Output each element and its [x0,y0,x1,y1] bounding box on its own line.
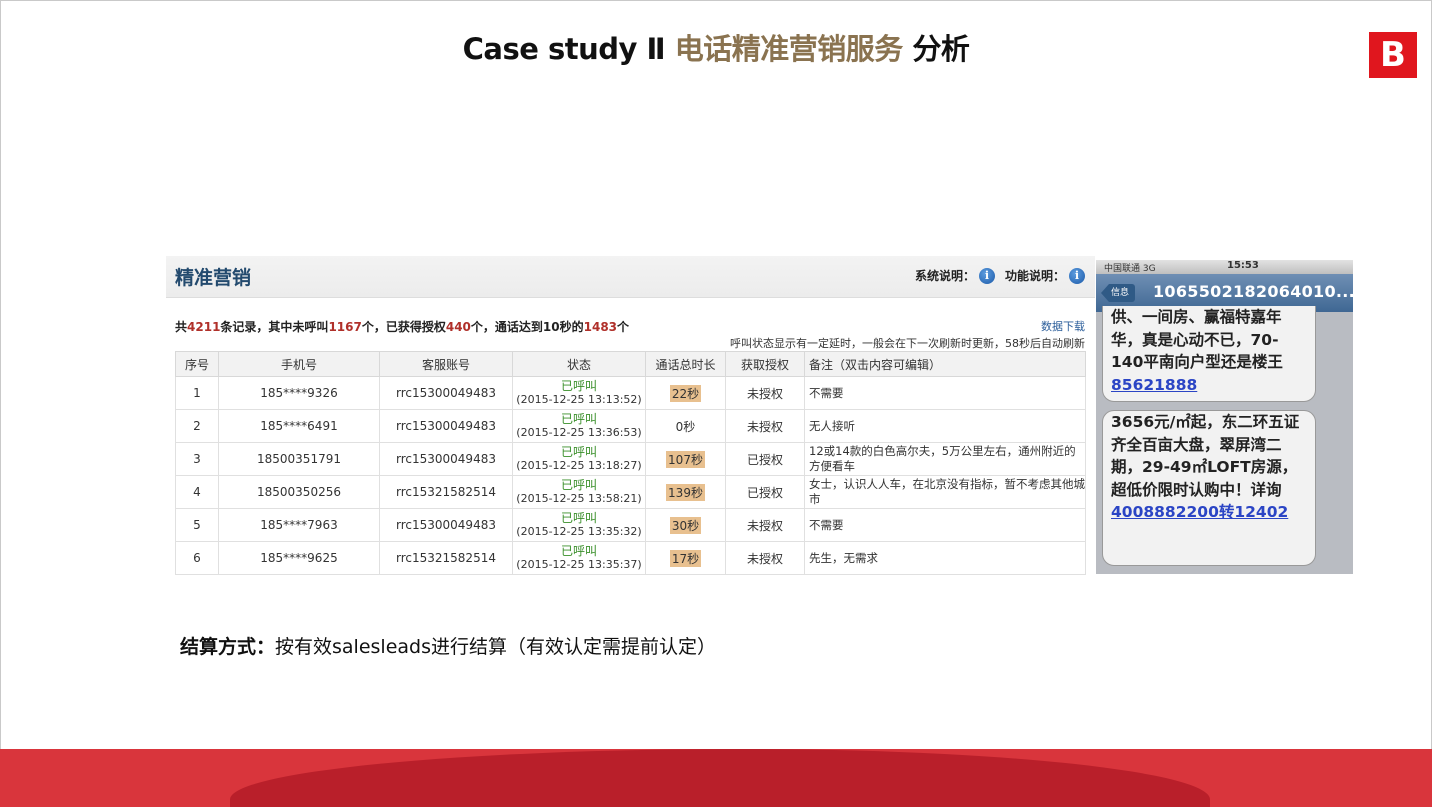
column-header: 客服账号 [379,351,513,377]
back-button[interactable]: 信息 [1101,284,1136,302]
panel-header: 精准营销 系统说明： i 功能说明： i [166,256,1095,298]
call-duration: 30秒 [669,516,702,534]
call-time: (2015-12-25 13:36:53) [516,426,642,439]
call-status: 已呼叫 [560,511,597,525]
info-icon[interactable]: i [978,267,995,284]
phone-clock: 15:53 [1227,260,1259,271]
column-header: 手机号 [218,351,380,377]
call-status: 已呼叫 [560,379,597,393]
table-row: 3 18500351791 rrc15300049483 已呼叫 (2015-12… [175,442,1086,476]
remark-cell[interactable]: 先生，无需求 [804,541,1086,575]
call-duration: 107秒 [666,450,705,468]
sms-bubble: 3656元/㎡起，东二环五证齐全百亩大盘，翠屏湾二期，29-49㎡LOFT房源，… [1102,410,1316,566]
slide-title: Case study Ⅱ 电话精准营销服务 分析 [0,26,1432,68]
table-header-row: 序号 手机号 客服账号 状态 通话总时长 获取授权 备注（双击内容可编辑） [175,351,1086,377]
settlement-line: 结算方式：按有效salesleads进行结算（有效认定需提前认定） [180,632,716,659]
call-status: 已呼叫 [560,478,597,492]
call-status: 已呼叫 [560,412,597,426]
title-highlight: 电话精准营销服务 [674,32,904,66]
call-status: 已呼叫 [560,445,597,459]
call-duration: 22秒 [669,384,702,402]
title-prefix: Case study Ⅱ [462,32,675,66]
sms-bubble: 供、一间房、赢福特嘉年华，真是心动不已，70-140平南向户型还是楼王85621… [1102,306,1316,402]
sms-screenshot: 中国联通 3G 15:53 信息 1065502182064010... 供、一… [1096,260,1353,574]
call-time: (2015-12-25 13:35:32) [516,525,642,538]
call-time: (2015-12-25 13:13:52) [516,393,642,406]
data-download-link[interactable]: 数据下载 [1041,318,1085,334]
system-help-link[interactable]: 系统说明： [915,267,975,284]
info-icon[interactable]: i [1069,267,1085,284]
table-row: 2 185****6491 rrc15300049483 已呼叫 (2015-12… [175,409,1086,443]
panel-title: 精准营销 [175,267,252,289]
call-duration: 139秒 [666,483,705,501]
brand-logo: B [1369,32,1417,78]
table-row: 1 185****9326 rrc15300049483 已呼叫 (2015-12… [175,376,1086,410]
call-duration: 0秒 [675,419,696,434]
records-summary: 共4211条记录，其中未呼叫1167个，已获得授权440个，通话达到10秒的14… [175,320,630,334]
function-help-link[interactable]: 功能说明： [1005,267,1065,284]
auth-status: 未授权 [725,409,805,443]
column-header: 备注（双击内容可编辑） [804,351,1086,377]
refresh-note: 呼叫状态显示有一定延时，一般会在下一次刷新时更新，58秒后自动刷新 [730,337,1085,350]
table-row: 5 185****7963 rrc15300049483 已呼叫 (2015-12… [175,508,1086,542]
sms-sender: 1065502182064010... [1153,282,1353,301]
carrier-label: 中国联通 3G [1104,264,1156,274]
uncalled-count: 1167 [328,320,362,334]
remark-cell[interactable]: 女士，认识人人车，在北京没有指标，暂不考虑其他城市 [804,475,1086,509]
call-status: 已呼叫 [560,544,597,558]
auth-status: 未授权 [725,376,805,410]
call-time: (2015-12-25 13:35:37) [516,558,642,571]
marketing-panel: 精准营销 系统说明： i 功能说明： i 共4211条记录，其中未呼叫1167个… [166,256,1095,575]
remark-cell[interactable]: 不需要 [804,376,1086,410]
column-header: 通话总时长 [645,351,726,377]
authorized-count: 440 [445,320,471,334]
column-header: 获取授权 [725,351,805,377]
table-row: 6 185****9625 rrc15321582514 已呼叫 (2015-12… [175,541,1086,575]
call-duration: 17秒 [669,549,702,567]
title-suffix: 分析 [902,32,970,66]
phone-link[interactable]: 4008882200转12402 [1111,503,1288,521]
total-count: 4211 [187,320,221,334]
remark-cell[interactable]: 不需要 [804,508,1086,542]
settlement-text: 按有效salesleads进行结算（有效认定需提前认定） [275,636,716,658]
column-header: 序号 [175,351,219,377]
settlement-label: 结算方式： [180,636,276,658]
auth-status: 未授权 [725,541,805,575]
remark-cell[interactable]: 无人接听 [804,409,1086,443]
records-table: 序号 手机号 客服账号 状态 通话总时长 获取授权 备注（双击内容可编辑） 1 … [175,351,1086,575]
auth-status: 已授权 [725,475,805,509]
column-header: 状态 [512,351,646,377]
phone-link[interactable]: 85621888 [1111,376,1197,394]
table-row: 4 18500350256 rrc15321582514 已呼叫 (2015-12… [175,475,1086,509]
remark-cell[interactable]: 12或14款的白色高尔夫，5万公里左右，通州附近的方便看车 [804,442,1086,476]
auth-status: 已授权 [725,442,805,476]
call-time: (2015-12-25 13:58:21) [516,492,642,505]
phone-status-bar: 中国联通 3G 15:53 [1096,260,1353,274]
call-time: (2015-12-25 13:18:27) [516,459,642,472]
panel-help-links: 系统说明： i 功能说明： i [915,267,1085,284]
auth-status: 未授权 [725,508,805,542]
over10s-count: 1483 [583,320,618,334]
